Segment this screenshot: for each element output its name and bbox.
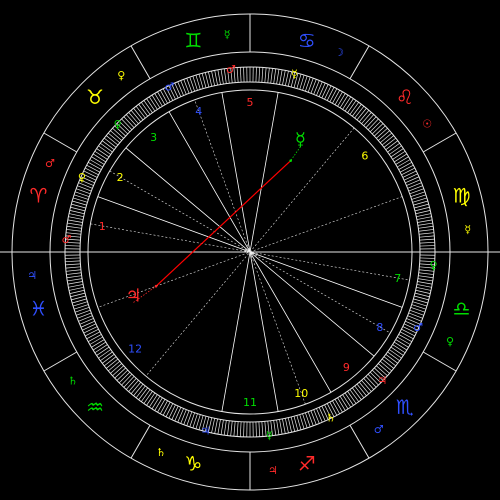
- house-planet-glyph: ♂: [164, 81, 174, 94]
- house-planet-glyph: ♄: [326, 411, 336, 424]
- house-planet-glyph: ♂: [226, 63, 236, 76]
- house-planet-glyph: ♀: [78, 171, 86, 184]
- house-number: 1: [99, 220, 106, 233]
- sign-ruler-glyph: ♀: [117, 69, 125, 82]
- sign-glyph-capricorn: ♑: [184, 452, 202, 476]
- sign-ruler-glyph: ♄: [68, 375, 78, 388]
- sign-ruler-glyph: ♃: [268, 464, 278, 477]
- sign-glyph-aries: ♈: [29, 183, 47, 207]
- house-number: 6: [361, 150, 368, 163]
- sign-glyph-leo: ♌: [396, 85, 414, 109]
- planet-position-dot: [154, 284, 158, 288]
- sign-glyph-gemini: ♊: [184, 28, 202, 52]
- sign-glyph-cancer: ♋: [298, 28, 316, 52]
- house-number: 5: [247, 96, 254, 109]
- house-planet-glyph: ♀: [430, 259, 438, 272]
- house-number: 11: [243, 396, 257, 409]
- sign-glyph-virgo: ♍: [453, 183, 471, 207]
- house-planet-glyph: ☿: [266, 429, 273, 442]
- house-number: 9: [343, 361, 350, 374]
- sign-ruler-glyph: ☿: [464, 223, 471, 236]
- natal-chart-wheel: ♈ ♂ ♉ ♀ ♊ ☿ ♋ ☽ ♌ ☉ ♍ ☿ ♎ ♀ ♏ ♂ ♐ ♃ ♑ ♄ ♒ ♄ ♓ ♃ 1 ♂ 2 ♀ 3 ♀ 4 ♂ 5 ♂ 6 ☿ 7 ♀ 8…: [0, 0, 500, 500]
- sign-glyph-pisces: ♓: [29, 297, 47, 321]
- house-number: 2: [117, 171, 124, 184]
- sign-ruler-glyph: ♃: [27, 269, 37, 282]
- sign-ruler-glyph: ♄: [156, 446, 166, 459]
- sign-glyph-taurus: ♉: [86, 85, 104, 109]
- sign-ruler-glyph: ♀: [446, 335, 454, 348]
- sign-ruler-glyph: ☽: [334, 46, 344, 59]
- sign-ruler-glyph: ☉: [422, 117, 432, 130]
- house-planet-glyph: ☿: [291, 67, 298, 80]
- house-number: 8: [376, 321, 383, 334]
- house-planet-glyph: ♃: [201, 425, 211, 438]
- sign-ruler-glyph: ♂: [374, 423, 384, 436]
- house-number: 3: [150, 131, 157, 144]
- house-planet-glyph: ♂: [62, 233, 72, 246]
- planet-position-dot: [289, 159, 292, 162]
- sign-ruler-glyph: ♂: [45, 157, 55, 170]
- planet-glyph-mercury: ☿: [295, 130, 306, 151]
- house-number: 10: [294, 387, 308, 400]
- planet-glyph-jupiter: ♃: [125, 285, 141, 306]
- sign-ruler-glyph: ☿: [224, 28, 231, 41]
- sign-glyph-libra: ♎: [453, 297, 471, 321]
- sign-glyph-scorpio: ♏: [396, 395, 414, 419]
- house-planet-glyph: ♂: [413, 321, 423, 334]
- house-number: 7: [394, 272, 401, 285]
- house-number: 12: [128, 342, 142, 355]
- house-number: 4: [195, 105, 202, 118]
- house-planet-glyph: ♃: [377, 374, 387, 387]
- sign-glyph-aquarius: ♒: [86, 395, 104, 419]
- sign-glyph-sagittarius: ♐: [298, 452, 316, 476]
- house-planet-glyph: ♀: [114, 118, 122, 131]
